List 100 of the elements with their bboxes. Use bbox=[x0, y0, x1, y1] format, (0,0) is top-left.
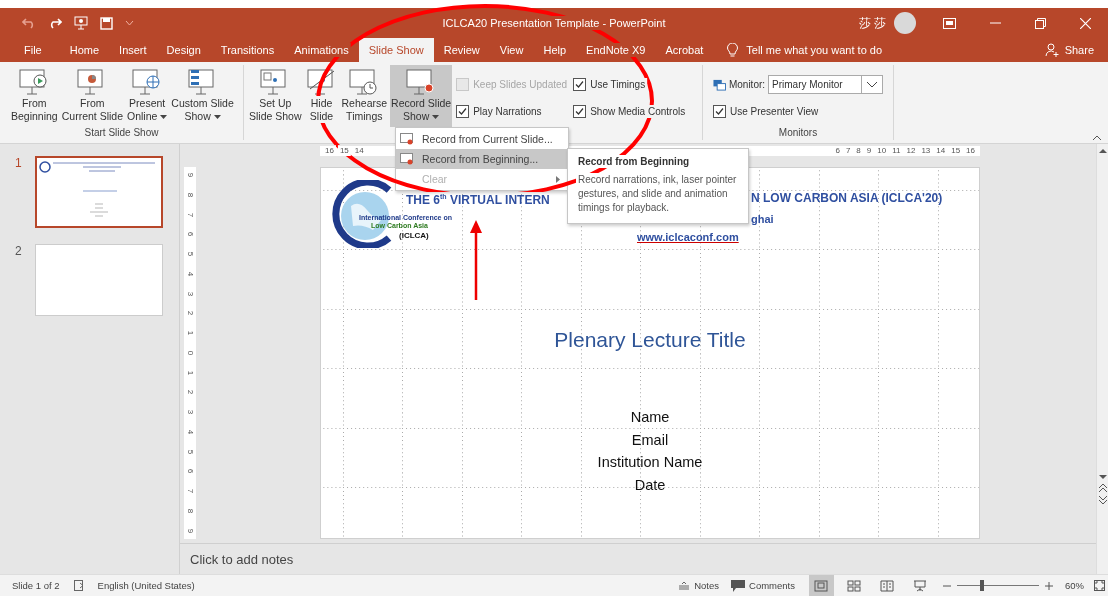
ruler-number: 6 bbox=[186, 232, 194, 237]
record-slide-icon bbox=[400, 153, 414, 165]
slide-text: Institution Name bbox=[597, 453, 703, 473]
ruler-number: 14 bbox=[936, 146, 946, 156]
ribbon-tab[interactable]: Review bbox=[433, 38, 490, 62]
ruler-number: 1 bbox=[186, 330, 194, 336]
checkbox-box[interactable] bbox=[456, 105, 470, 118]
caret-icon[interactable] bbox=[213, 115, 221, 120]
language-status[interactable]: English (United States) bbox=[97, 580, 195, 591]
ruler-number: 16 bbox=[325, 146, 334, 156]
record-slide-icon bbox=[400, 133, 414, 145]
ruler-number: 8 bbox=[856, 146, 861, 156]
ribbon-tab[interactable]: Home bbox=[59, 38, 110, 62]
collapse-ribbon-icon[interactable] bbox=[1092, 135, 1102, 141]
ruler-number: 4 bbox=[186, 429, 194, 435]
ribbon-button[interactable]: Custom Slide Show bbox=[170, 65, 235, 127]
ribbon-tab[interactable]: Help bbox=[533, 38, 577, 62]
lightbulb-icon bbox=[727, 42, 739, 58]
scroll-up-icon[interactable] bbox=[1098, 148, 1107, 153]
redo-icon[interactable] bbox=[48, 17, 62, 29]
ribbon-button[interactable]: Hide Slide bbox=[304, 65, 339, 127]
slide-sorter-icon bbox=[847, 579, 862, 592]
ribbon-tab[interactable]: Slide Show bbox=[358, 38, 434, 62]
checkbox-box[interactable] bbox=[573, 105, 587, 118]
ruler-number: 5 bbox=[186, 449, 194, 454]
ruler-number: 2 bbox=[186, 390, 194, 395]
checkbox-option[interactable]: Play Narrations bbox=[456, 98, 568, 125]
next-slide-icon[interactable] bbox=[1098, 496, 1107, 504]
ribbon-button[interactable]: From Current Slide bbox=[60, 65, 124, 127]
normal-view-icon bbox=[814, 579, 829, 592]
ruler-number: 11 bbox=[892, 146, 901, 156]
user-name[interactable]: 莎 莎 bbox=[858, 14, 886, 32]
scroll-down-icon[interactable] bbox=[1098, 475, 1107, 480]
ruler-number: 15 bbox=[339, 146, 349, 156]
fit-to-window-icon[interactable] bbox=[1094, 580, 1105, 591]
notes-icon bbox=[678, 581, 691, 590]
ribbon-display-icon[interactable] bbox=[943, 17, 956, 29]
avatar-icon[interactable] bbox=[894, 12, 916, 34]
ruler-number: 1 bbox=[186, 370, 194, 375]
comments-button[interactable]: Comments bbox=[731, 579, 795, 592]
ribbon-tab[interactable]: EndNote X9 bbox=[576, 38, 656, 62]
ribbon-button[interactable]: Present Online bbox=[126, 65, 169, 127]
tell-me-field[interactable]: Tell me what you want to do bbox=[746, 44, 883, 56]
checkbox-box[interactable] bbox=[713, 105, 726, 118]
ruler-number: 6 bbox=[835, 146, 840, 156]
ribbon-button[interactable]: From Beginning bbox=[10, 65, 59, 127]
spell-check-icon[interactable] bbox=[73, 580, 86, 591]
slide-text: Email bbox=[631, 430, 669, 450]
notes-button[interactable]: Notes bbox=[678, 580, 720, 591]
scrollbar[interactable] bbox=[1096, 144, 1108, 574]
ribbon-button[interactable]: Set Up Slide Show bbox=[248, 65, 303, 127]
slide-title: Plenary Lecture Title bbox=[553, 328, 747, 352]
ribbon-button[interactable]: Rehearse Timings bbox=[340, 65, 389, 127]
save-icon[interactable] bbox=[100, 16, 113, 30]
slide-counter: Slide 1 of 2 bbox=[12, 580, 60, 591]
ruler-number: 16 bbox=[966, 146, 975, 156]
checkbox-option[interactable]: Use Timings bbox=[573, 71, 686, 98]
ribbon-tab[interactable]: Animations bbox=[284, 38, 359, 62]
menu-item[interactable]: Record from Beginning... bbox=[396, 149, 568, 169]
monitor-select[interactable]: Primary Monitor bbox=[768, 75, 883, 94]
checkbox-option[interactable]: Use Presenter View bbox=[713, 105, 819, 118]
zoom-level[interactable]: 60% bbox=[1065, 580, 1084, 591]
menu-item[interactable]: Record from Current Slide... bbox=[396, 129, 568, 149]
zoom-in-icon[interactable] bbox=[1045, 581, 1053, 590]
slide-subheading: ghai bbox=[751, 213, 774, 225]
ruler-number: 2 bbox=[186, 311, 194, 316]
caret-icon[interactable] bbox=[432, 115, 440, 120]
ribbon-tab[interactable]: Acrobat bbox=[655, 38, 714, 62]
notes-placeholder[interactable]: Click to add notes bbox=[190, 551, 294, 567]
share-button[interactable]: Share bbox=[1044, 38, 1094, 62]
tooltip-title: Record from Beginning bbox=[578, 155, 691, 169]
slide-url[interactable]: www.iclcaconf.com bbox=[637, 231, 739, 243]
checkbox-option[interactable]: Show Media Controls bbox=[573, 98, 686, 125]
close-icon[interactable] bbox=[1080, 17, 1091, 29]
ruler-number: 3 bbox=[186, 291, 194, 296]
slide-heading: THE 6$^{th}$ VIRTUAL INTERN bbox=[406, 193, 550, 207]
presentation-icon[interactable] bbox=[74, 16, 88, 30]
undo-icon[interactable] bbox=[22, 17, 36, 29]
slide-number: 2 bbox=[15, 244, 23, 258]
ribbon-tab[interactable]: Design bbox=[156, 38, 211, 62]
ruler-number: 9 bbox=[186, 172, 194, 178]
restore-icon[interactable] bbox=[1035, 17, 1046, 29]
ribbon-tab[interactable]: File bbox=[0, 38, 60, 62]
ribbon-tab[interactable]: View bbox=[489, 38, 534, 62]
ruler-number: 14 bbox=[354, 146, 364, 156]
checkbox-box[interactable] bbox=[573, 78, 587, 91]
slide-heading: N LOW CARBON ASIA (ICLCA'20) bbox=[751, 191, 943, 205]
tooltip-text: Record narrations, ink, laser pointer gestures, and slide and animation timings for playback. bbox=[578, 174, 737, 213]
ruler-number: 15 bbox=[951, 146, 961, 156]
slide-text: Name bbox=[630, 408, 670, 427]
previous-slide-icon[interactable] bbox=[1098, 484, 1107, 492]
ribbon-tab[interactable]: Transitions bbox=[210, 38, 285, 62]
logo-text: (ICLCA) bbox=[399, 231, 429, 240]
window-title: ICLCA20 Presentation Template - PowerPoint bbox=[442, 17, 666, 29]
customize-caret-icon[interactable] bbox=[125, 20, 134, 26]
ruler-number: 9 bbox=[866, 146, 872, 156]
ruler-number: 9 bbox=[186, 528, 194, 533]
ribbon-tab[interactable]: Insert bbox=[109, 38, 157, 62]
ribbon-button[interactable]: Record Slide Show bbox=[390, 65, 453, 127]
caret-icon[interactable] bbox=[160, 115, 168, 120]
